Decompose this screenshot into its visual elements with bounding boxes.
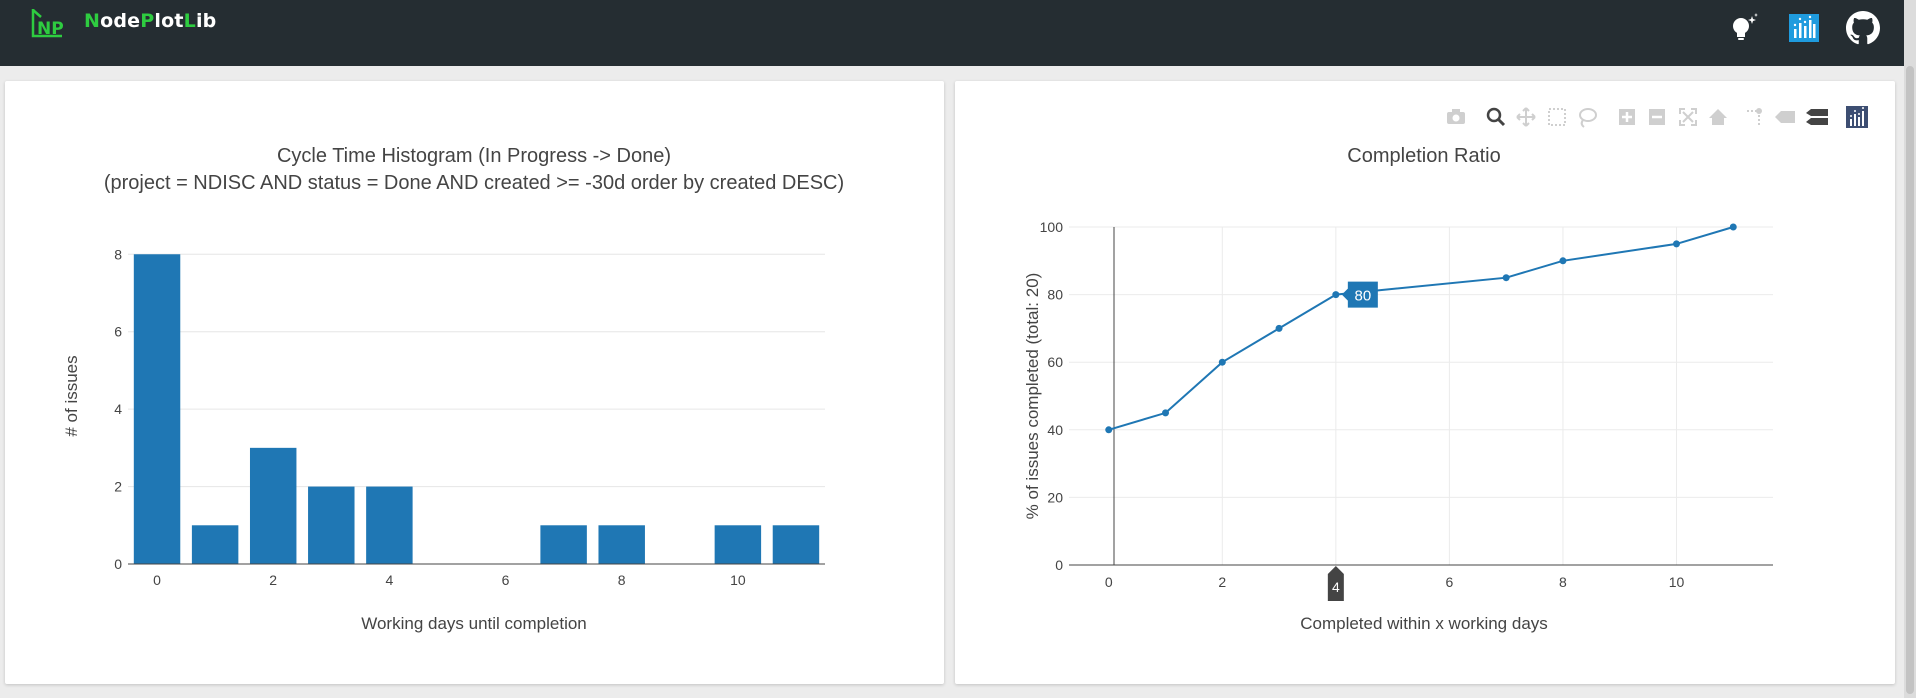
hover-y-label: 80 — [1341, 281, 1378, 308]
brand-text-part: lot — [154, 10, 184, 32]
series-line — [1108, 226, 1734, 431]
plotly-logo-icon[interactable] — [1846, 106, 1868, 128]
y-tick-label: 6 — [114, 324, 122, 340]
x-axis-label: Working days until completion — [361, 614, 587, 633]
x-tick-label: 8 — [618, 572, 626, 588]
histogram-bar[interactable] — [249, 447, 297, 564]
plot-modebar — [1445, 106, 1868, 128]
histogram-bar[interactable] — [308, 486, 355, 564]
data-point[interactable] — [1559, 257, 1567, 265]
zoom-out-icon[interactable] — [1646, 106, 1668, 128]
x-tick-label: 10 — [1669, 574, 1685, 590]
spike-lines-icon[interactable] — [1744, 106, 1766, 128]
data-point[interactable] — [1502, 274, 1510, 282]
lasso-select-icon[interactable] — [1576, 106, 1598, 128]
scrollbar-thumb[interactable] — [1906, 66, 1914, 694]
data-point[interactable] — [1332, 291, 1340, 299]
histogram-bar[interactable] — [366, 486, 413, 564]
x-tick-label: 10 — [730, 572, 746, 588]
y-tick-label: 60 — [1047, 354, 1063, 370]
x-axis-label: Completed within x working days — [1300, 614, 1548, 633]
y-tick-label: 0 — [1055, 557, 1063, 573]
data-point[interactable] — [1105, 426, 1113, 434]
x-tick-label: 8 — [1559, 574, 1567, 590]
x-tick-label: 6 — [502, 572, 510, 588]
brand-text-part: P — [140, 10, 155, 32]
brand-name: NodePlotLib — [84, 10, 216, 32]
histogram-card: 0 2 4 6 8 0 2 4 6 8 10 Cycle Time Histogram (In Pr… — [5, 81, 944, 684]
hover-x-label: 4 — [1327, 566, 1344, 601]
hover-y-value: 80 — [1354, 288, 1371, 305]
box-select-icon[interactable] — [1546, 106, 1568, 128]
completion-ratio-chart[interactable]: 0204060801000 2 6 8 10 804 Completion Ratio … — [955, 81, 1895, 684]
y-tick-label: 2 — [114, 479, 122, 495]
x-tick-label: 0 — [153, 572, 161, 588]
zoom-icon[interactable] — [1485, 106, 1507, 128]
chart-title: Completion Ratio — [1347, 145, 1500, 167]
completion-ratio-card: 0 20 40 60 80 100 0 2 6 8 10 80 4 Completion Ratio … — [955, 81, 1895, 684]
histogram-bar[interactable] — [191, 525, 239, 564]
hover-compare-icon[interactable] — [1806, 106, 1828, 128]
x-tick-label: 6 — [1445, 574, 1453, 590]
y-tick-label: 80 — [1047, 287, 1063, 303]
data-point[interactable] — [1672, 240, 1680, 248]
hover-x-value: 4 — [1332, 579, 1340, 595]
y-tick-label: 20 — [1047, 489, 1063, 505]
chart-icon[interactable] — [1787, 11, 1821, 45]
y-tick-label: 8 — [114, 246, 122, 262]
cycle-time-histogram[interactable]: 0 2 4 6 8 0 2 4 6 8 10 Cycle Time Histogram (In Pr… — [5, 81, 944, 684]
x-tick-label: 2 — [1218, 574, 1226, 590]
y-tick-label: 40 — [1047, 422, 1063, 438]
chart-subtitle: (project = NDISC AND status = Done AND c… — [104, 172, 844, 194]
zoom-in-icon[interactable] — [1616, 106, 1638, 128]
x-tick-label: 4 — [385, 572, 393, 588]
x-tick-label: 2 — [269, 572, 277, 588]
data-point[interactable] — [1729, 223, 1737, 231]
hover-closest-icon[interactable] — [1774, 106, 1796, 128]
y-tick-label: 100 — [1040, 219, 1064, 235]
y-tick-label: 0 — [114, 556, 122, 572]
y-axis-label: % of issues completed (total: 20) — [1023, 273, 1042, 520]
data-point[interactable] — [1162, 409, 1170, 417]
chart-title: Cycle Time Histogram (In Progress -> Don… — [277, 145, 671, 167]
brand-text-part: ib — [195, 10, 217, 32]
histogram-bar[interactable] — [772, 525, 820, 564]
nodeplotlib-logo-icon: NP — [31, 9, 64, 39]
data-point[interactable] — [1218, 358, 1226, 366]
lightbulb-icon[interactable] — [1726, 11, 1760, 45]
pan-icon[interactable] — [1515, 106, 1537, 128]
histogram-bar[interactable] — [598, 525, 645, 564]
reset-axes-icon[interactable] — [1707, 106, 1729, 128]
data-point[interactable] — [1275, 324, 1283, 332]
histogram-bar[interactable] — [133, 254, 181, 564]
github-icon[interactable] — [1846, 11, 1880, 45]
brand[interactable]: NP NodePlotLib — [30, 6, 216, 40]
brand-text-part: N — [84, 10, 101, 32]
histogram-bar[interactable] — [714, 525, 762, 564]
brand-text-part: ode — [100, 10, 141, 32]
y-tick-label: 4 — [114, 401, 122, 417]
x-tick-label: 0 — [1105, 574, 1113, 590]
histogram-bar[interactable] — [540, 525, 587, 564]
autoscale-icon[interactable] — [1677, 106, 1699, 128]
top-navbar: NP NodePlotLib — [0, 0, 1916, 66]
y-axis-label: # of issues — [62, 355, 81, 436]
brand-text-part: L — [183, 10, 196, 32]
logo-letters: NP — [37, 19, 64, 39]
camera-icon[interactable] — [1445, 106, 1467, 128]
